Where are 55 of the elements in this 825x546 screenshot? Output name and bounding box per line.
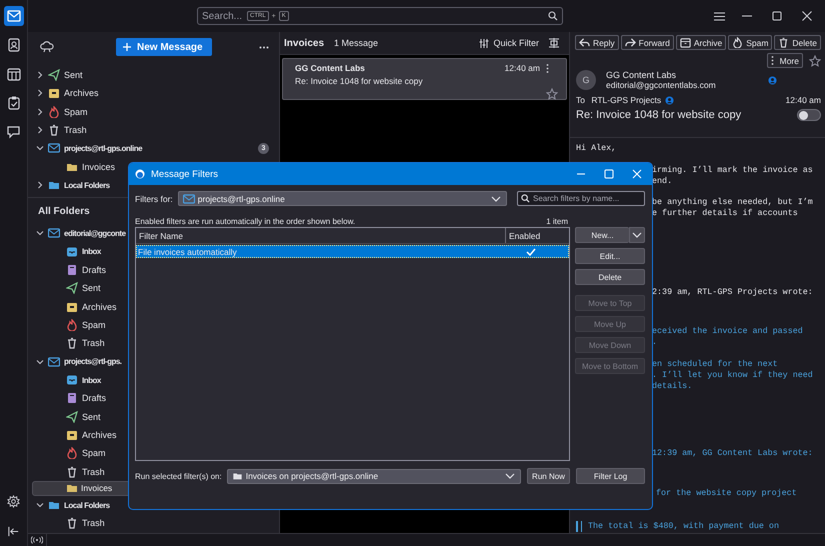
folder-name: editorial@ggconte — [64, 228, 126, 238]
message-time: 12:40 am — [786, 95, 821, 105]
folder-name: Trash — [64, 125, 87, 136]
folder-name: Spam — [82, 448, 106, 458]
body-text-line: end. — [652, 176, 674, 186]
body-text-line: irming. I’ll mark the invoice as — [652, 164, 813, 176]
body-text-line: eceived the invoice and passed — [652, 326, 803, 336]
message-sender: GG Content Labs — [295, 63, 366, 73]
sender-email: editorial@ggcontentlabs.com — [606, 80, 717, 90]
folder-name: projects@rtl-gps.online — [64, 144, 142, 153]
folder-name: Inbox — [82, 247, 101, 256]
item-count: 1 item — [546, 217, 568, 226]
body-text-line: . I’ll let you know if they need — [652, 370, 813, 380]
body-text-line: for the website copy project — [656, 488, 797, 498]
message-time: 12:40 am — [504, 63, 540, 73]
folder-name: Inbox — [82, 376, 101, 385]
body-text-line: details. — [652, 380, 694, 392]
folder-name: Trash — [82, 518, 105, 528]
folder-name: Spam — [64, 106, 88, 117]
folder-name: Drafts — [82, 393, 106, 404]
to-label: To — [576, 95, 585, 105]
folder-name: Sent — [82, 412, 101, 422]
dialog-title: Message Filters — [151, 168, 218, 180]
message-subject: Re: Invoice 1048 for website copy — [576, 109, 742, 121]
folder-name: Archives — [82, 302, 117, 312]
folder-name: Invoices — [82, 162, 116, 172]
section-heading: All Folders — [37, 204, 90, 219]
body-text-line: be anything else needed, but I’m — [652, 196, 813, 208]
folder-name: projects@rtl-gps. — [64, 357, 122, 366]
folder-name: Archives — [82, 430, 117, 440]
filter-name: File invoices automatically — [137, 246, 238, 258]
folder-name: Trash — [82, 466, 105, 477]
info-text: Enabled filters are run automatically in the order shown below. — [135, 217, 356, 226]
folder-name: Local Folders — [64, 180, 110, 190]
recipient-name: RTL-GPS Projects — [590, 95, 662, 105]
folder-name: Sent — [82, 283, 101, 294]
field-label: Run selected filter(s) on: — [135, 472, 222, 480]
body-text-line: Hi Alex, — [576, 142, 616, 154]
body-text-line: 12:39 am, GG Content Labs wrote: — [652, 448, 813, 458]
field-label: Filters for: — [135, 194, 173, 204]
body-text-line: 2:39 am, RTL-GPS Projects wrote: — [652, 286, 813, 298]
folder-name: Archives — [64, 88, 99, 98]
folder-title: Invoices — [284, 38, 324, 48]
folder-name: Spam — [82, 320, 106, 330]
folder-name: Invoices — [81, 483, 112, 494]
folder-name: Sent — [64, 70, 83, 80]
avatar: G — [576, 70, 596, 90]
body-text-line: The total is $480, with payment due on — [588, 520, 779, 532]
folder-name: Drafts — [82, 265, 106, 276]
folder-name: Local Folders — [64, 500, 110, 510]
body-text-line: . — [652, 336, 658, 348]
sender-name: GG Content Labs — [606, 70, 678, 80]
folder-name: Trash — [82, 338, 105, 348]
message-subject: Re: Invoice 1048 for website copy — [295, 76, 424, 86]
message-count: 1 Message — [334, 38, 378, 48]
